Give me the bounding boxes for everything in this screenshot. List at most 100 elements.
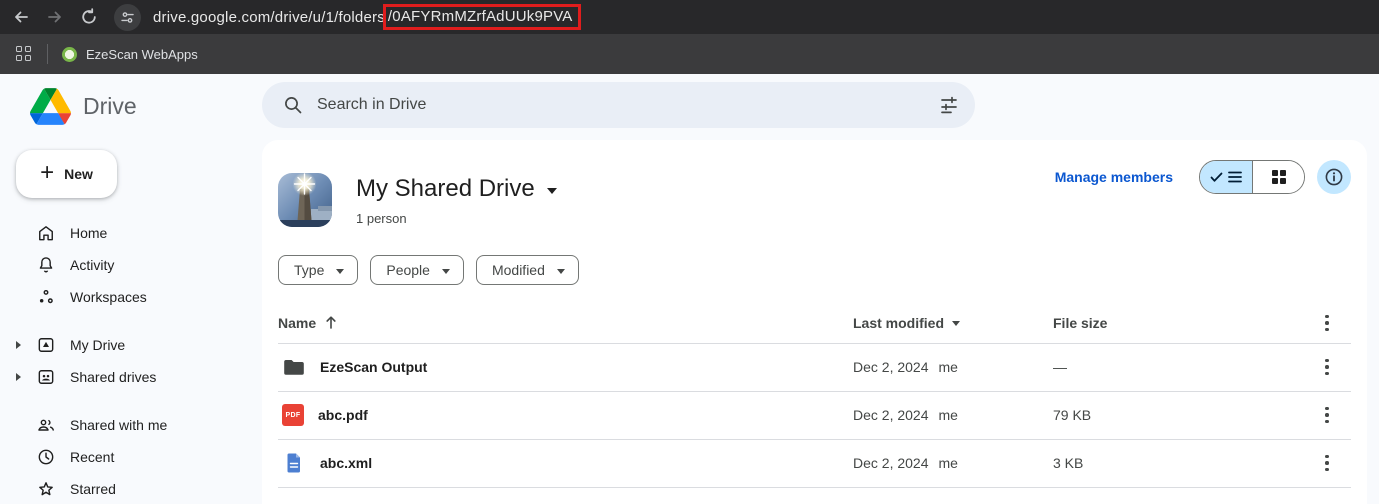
bookmarks-bar: EzeScan WebApps [0,34,1379,74]
filter-people-chip[interactable]: People [370,255,464,285]
drive-logo[interactable]: Drive [30,88,137,125]
column-header-name[interactable]: Name [278,303,853,343]
plus-icon: + [40,161,54,185]
bell-icon [36,255,56,275]
filter-modified-chip[interactable]: Modified [476,255,579,285]
page-title: My Shared Drive [356,175,535,203]
pdf-file-icon: PDF [282,404,304,426]
home-icon [36,223,56,243]
grid-view-icon [1272,170,1286,184]
back-icon[interactable] [12,8,30,26]
search-bar[interactable] [262,82,975,128]
chevron-down-icon [336,269,344,274]
sidebar-item-home[interactable]: Home [0,217,262,249]
sidebar-item-recent[interactable]: Recent [0,441,262,473]
sidebar-item-workspaces[interactable]: Workspaces [0,281,262,313]
sidebar-item-activity[interactable]: Activity [0,249,262,281]
table-row-abc-xml[interactable]: abc.xml Dec 2, 2024me 3 KB [278,439,1351,487]
table-header-row: Name Last modified File size [278,303,1351,343]
info-icon [1324,167,1344,187]
more-options-icon[interactable] [1315,403,1339,427]
workspaces-icon [36,287,56,307]
chevron-down-icon [547,188,557,194]
more-options-icon[interactable] [1315,355,1339,379]
nav-section-gap [0,313,262,329]
file-modified: Dec 2, 2024me [853,391,1053,439]
new-button[interactable]: + New [16,150,117,198]
column-header-size[interactable]: File size [1053,303,1303,343]
url-bar[interactable]: drive.google.com/drive/u/1/folders/0AFYR… [153,4,581,30]
file-table: Name Last modified File size [278,303,1351,488]
bookmark-label: EzeScan WebApps [86,47,198,62]
new-button-label: New [64,166,93,182]
ezescan-favicon [62,47,77,62]
sidebar-item-shared-with-me[interactable]: Shared with me [0,409,262,441]
column-header-menu [1303,303,1351,343]
bookmarks-separator [47,44,48,64]
member-count: 1 person [356,211,557,226]
more-options-icon[interactable] [1315,311,1339,335]
filter-chips: Type People Modified [278,255,1351,285]
chevron-down-icon [952,321,960,326]
folder-icon [282,355,306,379]
drive-app-header: Drive [0,74,1379,140]
file-name: EzeScan Output [320,359,427,375]
bookmark-ezescan-webapps[interactable]: EzeScan WebApps [62,47,198,62]
sidebar-nav: Home Activity Workspaces My Drive [0,217,262,504]
column-header-modified[interactable]: Last modified [853,303,1053,343]
chevron-down-icon [557,269,565,274]
site-info-icon[interactable] [114,4,141,31]
reload-icon[interactable] [80,8,98,26]
search-icon [283,95,303,115]
drive-wordmark: Drive [83,93,137,120]
url-folder-id-highlight: /0AFYRmMZrfAdUUk9PVA [383,4,581,30]
file-size: 79 KB [1053,391,1303,439]
shared-drives-icon [36,367,56,387]
bookmark-apps-icon[interactable] [16,46,32,62]
forward-icon[interactable] [46,8,64,26]
title-block: My Shared Drive 1 person [356,173,557,226]
table-row-ezescan-output[interactable]: EzeScan Output Dec 2, 2024me — [278,343,1351,391]
grid-view-button[interactable] [1252,161,1304,193]
check-icon [1210,172,1223,183]
star-icon [36,479,56,499]
list-view-icon [1228,171,1242,183]
shared-with-me-icon [36,415,56,435]
sidebar-item-starred[interactable]: Starred [0,473,262,504]
sidebar-item-shared-drives[interactable]: Shared drives [0,361,262,393]
recent-icon [36,447,56,467]
search-options-icon[interactable] [939,95,959,115]
url-prefix: drive.google.com/drive/u/1/folders [153,9,385,26]
filter-type-chip[interactable]: Type [278,255,358,285]
table-row-abc-pdf[interactable]: PDF abc.pdf Dec 2, 2024me 79 KB [278,391,1351,439]
main-content: My Shared Drive 1 person Manage members [262,140,1367,504]
header-actions: Manage members [1055,160,1351,194]
shared-drive-avatar[interactable] [278,173,332,227]
file-size: — [1053,343,1303,391]
list-view-button[interactable] [1200,161,1252,193]
file-name: abc.pdf [318,407,368,423]
more-options-icon[interactable] [1315,451,1339,475]
lighthouse-image [278,173,332,227]
file-size: 3 KB [1053,439,1303,487]
nav-section-gap [0,393,262,409]
browser-toolbar: drive.google.com/drive/u/1/folders/0AFYR… [0,0,1379,34]
file-modified: Dec 2, 2024me [853,439,1053,487]
expand-caret-icon[interactable] [0,341,36,349]
drive-title-dropdown[interactable]: My Shared Drive [356,175,557,203]
file-modified: Dec 2, 2024me [853,343,1053,391]
my-drive-icon [36,335,56,355]
search-input[interactable] [317,96,939,114]
file-name: abc.xml [320,455,372,471]
screen: drive.google.com/drive/u/1/folders/0AFYR… [0,0,1379,504]
expand-caret-icon[interactable] [0,373,36,381]
drive-logo-icon [30,88,71,125]
sort-ascending-icon [324,315,338,330]
chevron-down-icon [442,269,450,274]
xml-file-icon [282,451,306,475]
info-button[interactable] [1317,160,1351,194]
view-toggle [1199,160,1305,194]
manage-members-link[interactable]: Manage members [1055,169,1173,185]
sidebar: + New Home Activity Workspaces [0,140,262,504]
sidebar-item-my-drive[interactable]: My Drive [0,329,262,361]
